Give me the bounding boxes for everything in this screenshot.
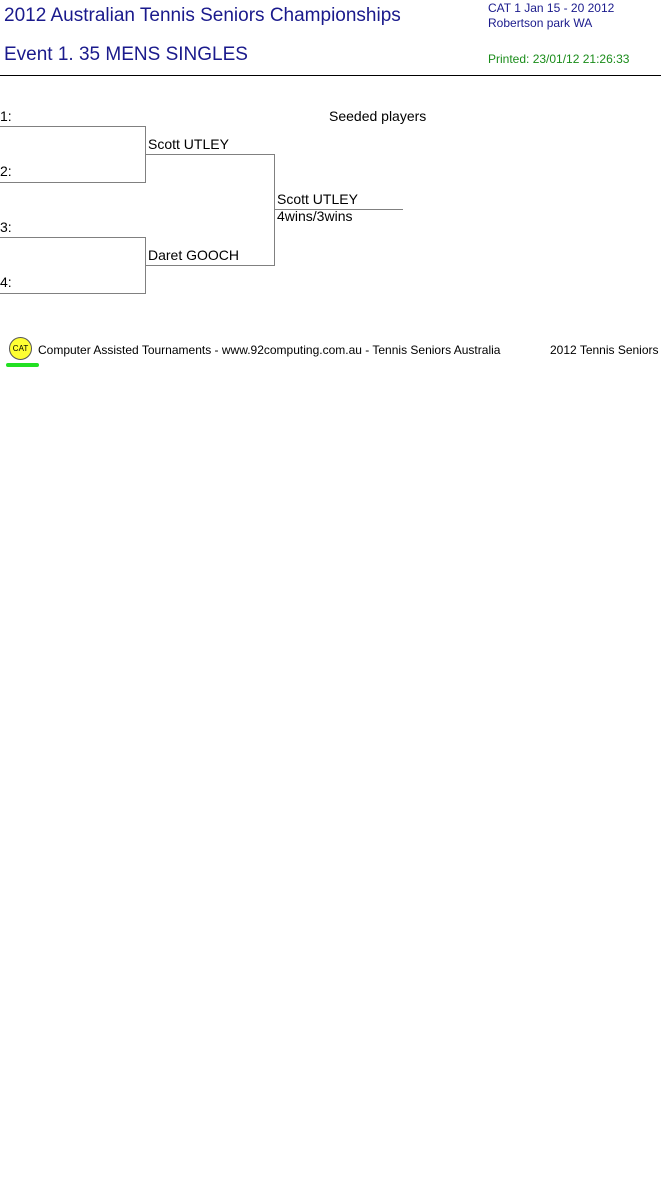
venue: Robertson park WA [488,16,593,30]
header-divider [0,75,661,76]
semifinal-player-2: Daret GOOCH [148,247,240,263]
draw-position-2: 2: [0,163,12,179]
bracket-line-pos2 [0,182,146,183]
bracket-line-semifinal-2 [146,265,275,266]
logo-underline [6,363,39,367]
seeded-players-label: Seeded players [329,108,427,124]
draw-position-4: 4: [0,274,12,290]
event-title: Event 1. 35 MENS SINGLES [4,44,248,65]
final-score: 4wins/3wins [277,208,353,224]
cat-logo-icon: CAT [9,337,32,360]
bracket-line-pos4 [0,293,146,294]
bracket-line-pos3 [0,237,146,238]
category-dates: CAT 1 Jan 15 - 20 2012 [488,1,615,15]
bracket-connector-final [274,154,275,266]
footer-credit: Computer Assisted Tournaments - www.92co… [38,343,501,357]
footer-right-text: 2012 Tennis Seniors [550,343,659,357]
draw-position-1: 1: [0,108,12,124]
semifinal-player-1: Scott UTLEY [148,136,229,152]
final-winner: Scott UTLEY [277,191,358,207]
printed-timestamp: Printed: 23/01/12 21:26:33 [488,52,630,66]
tournament-title: 2012 Australian Tennis Seniors Champions… [4,5,401,26]
bracket-line-semifinal-1 [146,154,275,155]
bracket-line-pos1 [0,126,146,127]
draw-position-3: 3: [0,219,12,235]
